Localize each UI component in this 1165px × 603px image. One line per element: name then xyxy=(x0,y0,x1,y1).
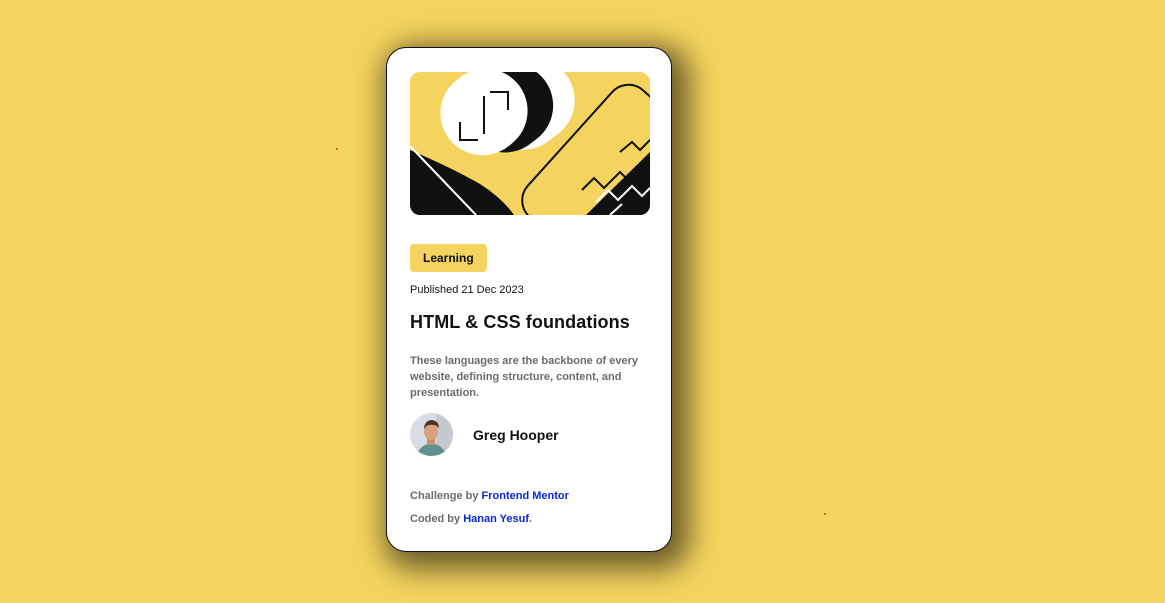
author-name: Greg Hooper xyxy=(473,426,559,443)
red-dot-decoration xyxy=(824,513,826,515)
challenge-credit: Challenge by Frontend Mentor xyxy=(410,490,648,502)
published-date: Published 21 Dec 2023 xyxy=(410,284,524,296)
blog-preview-card: Learning Published 21 Dec 2023 HTML & CS… xyxy=(386,47,672,552)
frontend-mentor-link[interactable]: Frontend Mentor xyxy=(482,490,569,502)
coded-prefix: Coded by xyxy=(410,513,461,525)
card-title[interactable]: HTML & CSS foundations xyxy=(410,312,648,333)
card-description: These languages are the backbone of ever… xyxy=(410,355,639,399)
hero-illustration xyxy=(410,72,650,215)
category-badge: Learning xyxy=(410,244,487,272)
avatar xyxy=(410,413,453,456)
challenge-prefix: Challenge by xyxy=(410,490,479,502)
coder-link[interactable]: Hanan Yesuf xyxy=(463,513,529,525)
attribution: Challenge by Frontend Mentor Coded by Ha… xyxy=(410,490,648,525)
red-dot-decoration xyxy=(336,148,338,150)
author-row: Greg Hooper xyxy=(410,413,648,456)
coded-suffix: . xyxy=(529,513,533,525)
coder-credit: Coded by Hanan Yesuf. xyxy=(410,513,648,525)
page: Learning Published 21 Dec 2023 HTML & CS… xyxy=(0,0,1165,603)
